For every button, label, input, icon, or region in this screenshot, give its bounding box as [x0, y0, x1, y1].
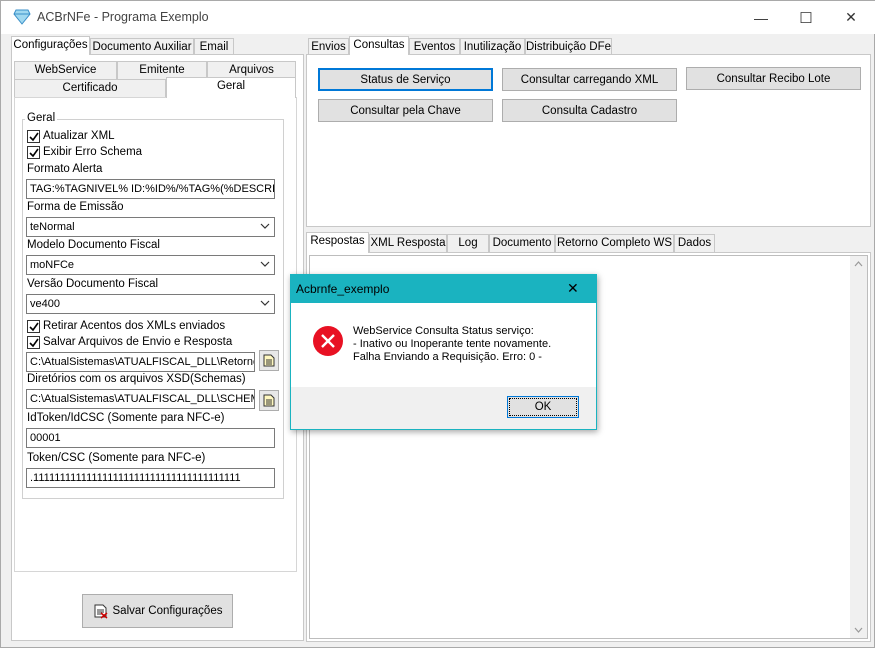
versao-documento-label: Versão Documento Fiscal [27, 278, 159, 290]
scroll-up-icon [854, 261, 863, 267]
exibir-erro-schema-checkbox[interactable] [27, 146, 40, 159]
modelo-documento-value: moNFCe [30, 259, 75, 271]
dialog-message-line3: Falha Enviando a Requisição. Erro: 0 - [353, 351, 542, 363]
save-config-icon [94, 604, 107, 619]
tab-consultas[interactable]: Consultas [349, 36, 409, 55]
token-csc-input[interactable]: .111111111111111111111111111111111111111 [26, 468, 275, 488]
browse-xsd-button[interactable] [259, 390, 279, 411]
status-servico-button[interactable]: Status de Serviço [318, 68, 493, 91]
idtoken-input[interactable]: 00001 [26, 428, 275, 448]
salvar-configuracoes-label: Salvar Configurações [112, 605, 223, 617]
maximize-button[interactable]: ☐ [783, 1, 829, 34]
forma-emissao-value: teNormal [30, 221, 75, 233]
forma-emissao-select[interactable]: teNormal [26, 217, 275, 237]
vertical-scrollbar[interactable] [850, 256, 867, 638]
close-button[interactable]: ✕ [828, 1, 874, 34]
document-icon [263, 354, 275, 367]
token-csc-label: Token/CSC (Somente para NFC-e) [27, 452, 206, 464]
retirar-acentos-label: Retirar Acentos dos XMLs enviados [43, 320, 226, 332]
checkmark-icon [29, 148, 39, 158]
checkmark-icon [29, 132, 39, 142]
retirar-acentos-checkbox[interactable] [27, 320, 40, 333]
tab-eventos[interactable]: Eventos [409, 38, 460, 55]
consultar-xml-button[interactable]: Consultar carregando XML [502, 68, 677, 91]
window-title: ACBrNFe - Programa Exemplo [37, 10, 209, 24]
modelo-documento-label: Modelo Documento Fiscal [27, 239, 160, 251]
salvar-arquivos-checkbox[interactable] [27, 336, 40, 349]
versao-documento-value: ve400 [30, 298, 60, 310]
consultar-chave-button[interactable]: Consultar pela Chave [318, 99, 493, 122]
title-bar: ACBrNFe - Programa Exemplo — ☐ ✕ [1, 1, 875, 34]
tab-retorno-completo-ws[interactable]: Retorno Completo WS [555, 234, 674, 253]
dialog-message-line1: WebService Consulta Status serviço: [353, 325, 534, 337]
tab-documento-auxiliar[interactable]: Documento Auxiliar [90, 38, 194, 55]
consultar-recibo-lote-button[interactable]: Consultar Recibo Lote [686, 67, 861, 90]
tab-log[interactable]: Log [447, 234, 489, 253]
ok-button[interactable]: OK [507, 396, 579, 418]
checkmark-icon [29, 322, 39, 332]
browse-folder-button[interactable] [259, 350, 279, 371]
dialog-message-line2: - Inativo ou Inoperante tente novamente. [353, 338, 552, 350]
tab-geral[interactable]: Geral [166, 77, 296, 98]
tab-email[interactable]: Email [194, 38, 234, 55]
chevron-down-icon [260, 300, 270, 306]
formato-alerta-label: Formato Alerta [27, 163, 103, 175]
retornos-path-input[interactable]: C:\AtualSistemas\ATUALFISCAL_DLL\Retorno… [26, 352, 255, 372]
app-diamond-icon [13, 9, 31, 25]
chevron-down-icon [260, 261, 270, 267]
tab-envios[interactable]: Envios [308, 38, 349, 55]
tab-respostas[interactable]: Respostas [306, 232, 369, 253]
atualizar-xml-label: Atualizar XML [43, 130, 115, 142]
exibir-erro-schema-label: Exibir Erro Schema [43, 146, 143, 158]
salvar-arquivos-label: Salvar Arquivos de Envio e Resposta [43, 336, 233, 348]
forma-emissao-label: Forma de Emissão [27, 201, 124, 213]
xsd-path-input[interactable]: C:\AtualSistemas\ATUALFISCAL_DLL\SCHEMAS [26, 389, 255, 409]
tab-documento[interactable]: Documento [489, 234, 555, 253]
tab-certificado[interactable]: Certificado [14, 79, 166, 98]
tab-inutilizacao[interactable]: Inutilização [460, 38, 525, 55]
tab-webservice[interactable]: WebService [14, 61, 117, 79]
error-icon [313, 326, 343, 356]
tab-configuracoes[interactable]: Configurações [11, 36, 90, 55]
document-icon [263, 394, 275, 407]
idtoken-label: IdToken/IdCSC (Somente para NFC-e) [27, 412, 225, 424]
checkmark-icon [29, 338, 39, 348]
tab-distribuicao-dfe[interactable]: Distribuição DFe [525, 38, 612, 55]
atualizar-xml-checkbox[interactable] [27, 130, 40, 143]
salvar-configuracoes-button[interactable]: Salvar Configurações [82, 594, 233, 628]
tab-xml-resposta[interactable]: XML Resposta [369, 234, 447, 253]
formato-alerta-input[interactable]: TAG:%TAGNIVEL% ID:%ID%/%TAG%(%DESCRI [26, 179, 275, 199]
error-dialog: Acbrnfe_exemplo ✕ WebService Consulta St… [290, 274, 597, 430]
dialog-close-button[interactable]: ✕ [567, 280, 579, 297]
scroll-down-icon [854, 627, 863, 633]
versao-documento-select[interactable]: ve400 [26, 294, 275, 314]
dialog-content: WebService Consulta Status serviço: - In… [291, 303, 596, 387]
tab-dados[interactable]: Dados [674, 234, 715, 253]
chevron-down-icon [260, 223, 270, 229]
minimize-button[interactable]: — [738, 1, 784, 34]
xsd-dir-label: Diretórios com os arquivos XSD(Schemas) [27, 373, 246, 385]
modelo-documento-select[interactable]: moNFCe [26, 255, 275, 275]
consulta-cadastro-button[interactable]: Consulta Cadastro [502, 99, 677, 122]
dialog-title-bar: Acbrnfe_exemplo ✕ [291, 275, 596, 303]
geral-group-title: Geral [25, 112, 58, 124]
dialog-title: Acbrnfe_exemplo [296, 282, 390, 296]
